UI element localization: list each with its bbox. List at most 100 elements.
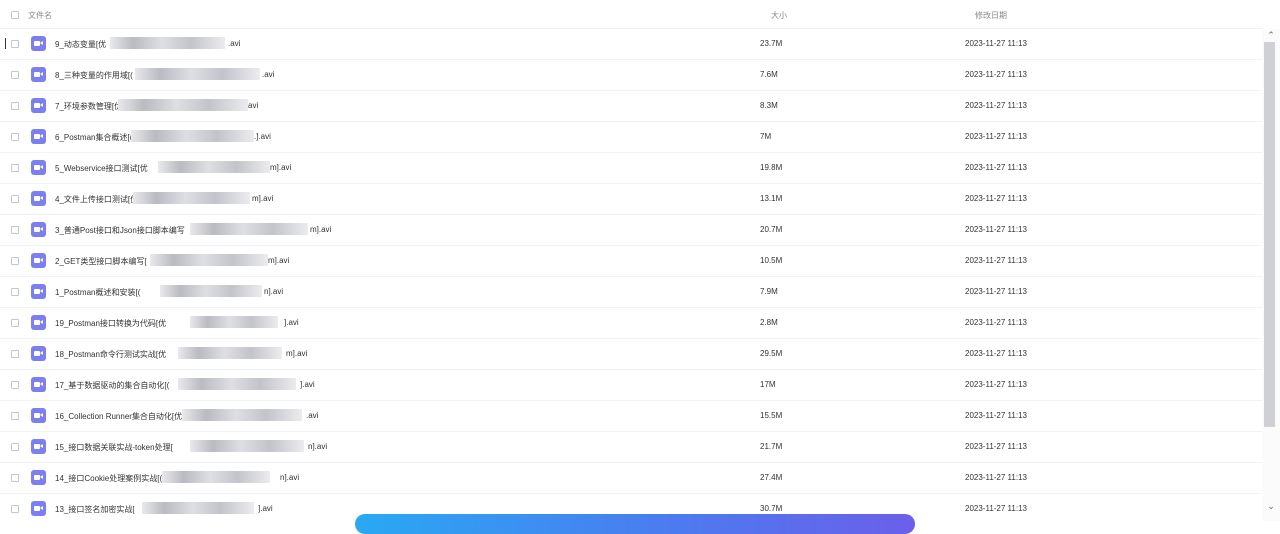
file-row[interactable]: 3_普通Post接口和Json接口脚本编写 m].avi 20.7M 2023-11-… — [0, 215, 1262, 246]
file-extension: .avi — [228, 39, 241, 48]
file-row[interactable]: 7_环境参数管理[优 avi 8.3M 2023-11-27 11:13 — [0, 91, 1262, 122]
file-extension: m].avi — [270, 163, 292, 172]
file-modified-date: 2023-11-27 11:13 — [965, 163, 1027, 172]
row-checkbox[interactable] — [11, 133, 19, 141]
video-file-icon — [31, 222, 46, 237]
redacted-name-blur — [178, 347, 282, 359]
redacted-name-blur — [135, 68, 260, 80]
row-checkbox[interactable] — [11, 257, 19, 265]
file-row[interactable]: 14_接口Cookie处理案例实战[( n].avi 27.4M 2023-11-27… — [0, 463, 1262, 494]
row-checkbox[interactable] — [11, 288, 19, 296]
redacted-name-blur — [162, 471, 270, 483]
file-name[interactable]: 2_GET类型接口脚本编写[ — [55, 256, 147, 267]
redacted-name-blur — [160, 285, 262, 297]
video-file-icon — [31, 160, 46, 175]
file-size: 19.8M — [760, 163, 783, 172]
video-file-icon — [31, 67, 46, 82]
file-name[interactable]: 14_接口Cookie处理案例实战[( — [55, 473, 162, 484]
row-checkbox[interactable] — [11, 40, 19, 48]
file-row[interactable]: 9_动态变量[优 .avi 23.7M 2023-11-27 11:13 — [0, 29, 1262, 60]
file-name[interactable]: 7_环境参数管理[优 — [55, 101, 122, 112]
file-name[interactable]: 9_动态变量[优 — [55, 39, 106, 50]
file-modified-date: 2023-11-27 11:13 — [965, 349, 1027, 358]
file-extension: n].avi — [308, 442, 328, 451]
file-row[interactable]: 19_Postman接口转换为代码[优].avi 2.8M 2023-11-27 1… — [0, 308, 1262, 339]
file-row[interactable]: 17_基于数据驱动的集合自动化[(].avi 17M 2023-11-27 11:1… — [0, 370, 1262, 401]
file-name[interactable]: 13_接口签名加密实战[ — [55, 504, 135, 515]
file-extension: n].avi — [264, 287, 284, 296]
file-row[interactable]: 15_接口数据关联实战-token处理[n].avi 21.7M 2023-11-2… — [0, 432, 1262, 463]
row-checkbox[interactable] — [11, 412, 19, 420]
file-size: 13.1M — [760, 194, 783, 203]
row-checkbox[interactable] — [11, 319, 19, 327]
file-row[interactable]: 5_Webservice接口测试[优 m].avi 19.8M 2023-11-27 … — [0, 153, 1262, 184]
row-checkbox[interactable] — [11, 505, 19, 513]
file-modified-date: 2023-11-27 11:13 — [965, 473, 1027, 482]
file-size: 30.7M — [760, 504, 783, 513]
redacted-name-blur — [178, 378, 296, 390]
scroll-down-icon[interactable]: ⌄ — [1265, 501, 1277, 511]
scroll-up-icon[interactable]: ⌃ — [1265, 30, 1277, 40]
file-name[interactable]: 15_接口数据关联实战-token处理[ — [55, 442, 173, 453]
row-checkbox[interactable] — [11, 71, 19, 79]
file-extension: m].avi — [268, 256, 290, 265]
file-name[interactable]: 5_Webservice接口测试[优 — [55, 163, 148, 174]
file-extension: .avi — [262, 70, 275, 79]
row-checkbox[interactable] — [11, 474, 19, 482]
file-modified-date: 2023-11-27 11:13 — [965, 225, 1027, 234]
file-row[interactable]: 18_Postman命令行测试实战[优 m].avi 29.5M 2023-11-27… — [0, 339, 1262, 370]
file-extension: n].avi — [280, 473, 300, 482]
file-size: 17M — [760, 380, 776, 389]
file-size: 23.7M — [760, 39, 783, 48]
file-row[interactable]: 16_Collection Runner集合自动化[优 .avi 15.5M 2023… — [0, 401, 1262, 432]
file-name[interactable]: 4_文件上传接口测试[优 — [55, 194, 138, 205]
row-checkbox[interactable] — [11, 350, 19, 358]
file-row[interactable]: 6_Postman集合概述[(.].avi 7M 2023-11-27 11:13 — [0, 122, 1262, 153]
video-file-icon — [31, 129, 46, 144]
video-file-icon — [31, 408, 46, 423]
file-extension: m].avi — [310, 225, 332, 234]
file-name[interactable]: 17_基于数据驱动的集合自动化[( — [55, 380, 169, 391]
file-modified-date: 2023-11-27 11:13 — [965, 39, 1027, 48]
file-size: 7.6M — [760, 70, 778, 79]
column-header-name[interactable]: 文件名 — [28, 10, 52, 21]
row-checkbox[interactable] — [11, 164, 19, 172]
row-checkbox[interactable] — [11, 195, 19, 203]
file-extension: avi — [248, 101, 259, 110]
file-size: 29.5M — [760, 349, 783, 358]
redacted-name-blur — [158, 161, 270, 173]
file-list-header: 文件名 大小 修改日期 — [0, 0, 1262, 29]
file-size: 8.3M — [760, 101, 778, 110]
file-size: 10.5M — [760, 256, 783, 265]
file-name[interactable]: 8_三种变量的作用域[( — [55, 70, 133, 81]
select-all-checkbox[interactable] — [11, 11, 19, 19]
row-checkbox[interactable] — [11, 226, 19, 234]
file-modified-date: 2023-11-27 11:13 — [965, 132, 1027, 141]
row-checkbox[interactable] — [11, 443, 19, 451]
video-file-icon — [31, 470, 46, 485]
file-name[interactable]: 16_Collection Runner集合自动化[优 — [55, 411, 182, 422]
file-name[interactable]: 19_Postman接口转换为代码[优 — [55, 318, 166, 329]
file-name[interactable]: 1_Postman概述和安装[( — [55, 287, 140, 298]
file-name[interactable]: 3_普通Post接口和Json接口脚本编写 — [55, 225, 185, 236]
file-modified-date: 2023-11-27 11:13 — [965, 442, 1027, 451]
column-header-date[interactable]: 修改日期 — [975, 10, 1007, 21]
column-header-size[interactable]: 大小 — [771, 10, 787, 21]
file-row[interactable]: 8_三种变量的作用域[(.avi 7.6M 2023-11-27 11:13 — [0, 60, 1262, 91]
row-checkbox[interactable] — [11, 381, 19, 389]
row-checkbox[interactable] — [11, 102, 19, 110]
file-modified-date: 2023-11-27 11:13 — [965, 101, 1027, 110]
file-name[interactable]: 6_Postman集合概述[( — [55, 132, 132, 143]
file-extension: m].avi — [252, 194, 274, 203]
file-modified-date: 2023-11-27 11:13 — [965, 287, 1027, 296]
file-row[interactable]: 1_Postman概述和安装[(n].avi 7.9M 2023-11-27 11:… — [0, 277, 1262, 308]
scrollbar-thumb[interactable] — [1264, 42, 1275, 427]
file-row[interactable]: 2_GET类型接口脚本编写[ m].avi 10.5M 2023-11-27 11:1… — [0, 246, 1262, 277]
file-modified-date: 2023-11-27 11:13 — [965, 256, 1027, 265]
file-row[interactable]: 4_文件上传接口测试[优 m].avi 13.1M 2023-11-27 11:13 — [0, 184, 1262, 215]
file-size: 27.4M — [760, 473, 783, 482]
file-name[interactable]: 18_Postman命令行测试实战[优 — [55, 349, 166, 360]
promo-banner[interactable] — [355, 514, 915, 534]
video-file-icon — [31, 36, 46, 51]
file-modified-date: 2023-11-27 11:13 — [965, 194, 1027, 203]
